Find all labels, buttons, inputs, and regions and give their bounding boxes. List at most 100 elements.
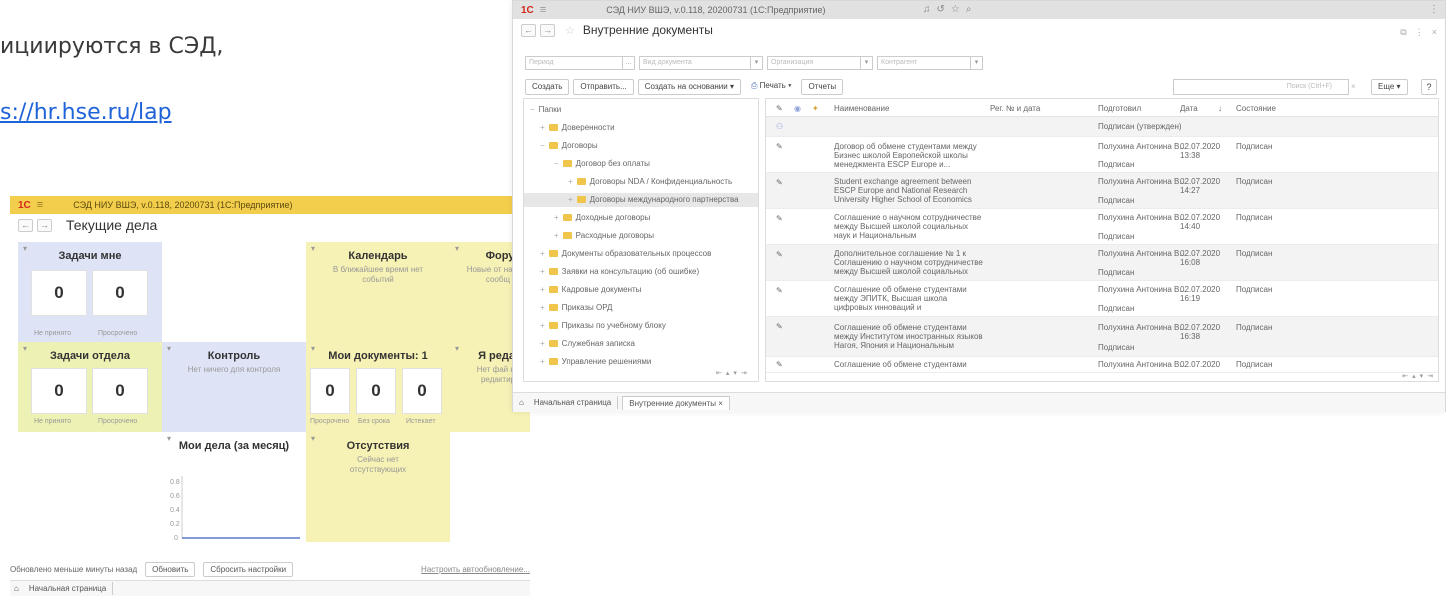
- count-expiring[interactable]: 0: [402, 368, 442, 414]
- create-based-on-button[interactable]: Создать на основании ▾: [637, 79, 741, 95]
- help-button[interactable]: ?: [1421, 79, 1437, 95]
- count-overdue[interactable]: 0: [310, 368, 350, 414]
- back-button[interactable]: ←: [521, 23, 536, 37]
- expand-icon[interactable]: +: [568, 177, 573, 186]
- send-button[interactable]: Отправить...: [573, 79, 634, 95]
- tile-menu-icon[interactable]: ▾: [311, 434, 315, 443]
- tile-menu-icon[interactable]: ▾: [23, 244, 27, 253]
- forward-button[interactable]: →: [540, 23, 555, 37]
- count-not-accepted[interactable]: 0: [31, 270, 87, 316]
- tile-menu-icon[interactable]: ▾: [167, 434, 171, 443]
- bell-icon[interactable]: ♫: [923, 4, 931, 15]
- tree-item[interactable]: + Заявки на консультацию (об ошибке): [524, 265, 699, 279]
- menu-icon[interactable]: ≡: [37, 199, 43, 211]
- favorite-star-icon[interactable]: ☆: [565, 24, 575, 37]
- collapse-icon[interactable]: −: [530, 105, 535, 114]
- expand-icon[interactable]: +: [540, 339, 545, 348]
- tree-item[interactable]: − Договоры: [524, 139, 598, 153]
- attachment-icon[interactable]: ✎: [776, 104, 783, 113]
- tree-item[interactable]: + Управление решениями: [524, 355, 651, 369]
- scroll-down-icon[interactable]: ▾: [733, 369, 737, 377]
- scroll-last-icon[interactable]: ⇥: [1427, 372, 1433, 380]
- expand-icon[interactable]: +: [554, 213, 559, 222]
- tile-my-tasks[interactable]: ▾ Задачи мне 0 0 Не принято Просрочено: [18, 242, 162, 352]
- refresh-button[interactable]: Обновить: [145, 561, 196, 577]
- column-header-reg[interactable]: Рег. № и дата: [990, 104, 1040, 113]
- tile-absences[interactable]: ▾ Отсутствия Сейчас нет отсутствующих: [306, 432, 450, 542]
- tree-item[interactable]: + Договоры NDA / Конфиденциальность: [524, 175, 732, 189]
- tile-calendar[interactable]: ▾ Календарь В ближайшее время нет событи…: [306, 242, 450, 342]
- tile-control[interactable]: ▾ Контроль Нет ничего для контроля: [162, 342, 306, 432]
- column-header-author[interactable]: Подготовил: [1098, 104, 1141, 113]
- chevron-down-icon[interactable]: ▾: [970, 57, 982, 69]
- chevron-down-icon[interactable]: ▾: [860, 57, 872, 69]
- reports-button[interactable]: Отчеты: [801, 79, 844, 95]
- table-row[interactable]: ✎ Соглашение о научном сотрудничестве ме…: [766, 209, 1438, 245]
- period-filter[interactable]: Период…: [525, 56, 635, 70]
- favorites-icon[interactable]: ☆: [951, 4, 960, 15]
- tree-item[interactable]: + Служебная записка: [524, 337, 635, 351]
- tile-menu-icon[interactable]: ▾: [311, 344, 315, 353]
- tree-item[interactable]: + Приказы по учебному блоку: [524, 319, 666, 333]
- tile-menu-icon[interactable]: ▾: [455, 244, 459, 253]
- tree-item[interactable]: + Доверенности: [524, 121, 615, 135]
- back-button[interactable]: ←: [18, 218, 33, 232]
- expand-icon[interactable]: +: [540, 123, 545, 132]
- menu-icon[interactable]: ≡: [540, 4, 546, 16]
- table-row[interactable]: ✎ Student exchange agreement between ESC…: [766, 173, 1438, 209]
- more-button[interactable]: Еще ▾: [1371, 79, 1408, 95]
- search-input[interactable]: Поиск (Ctrl+F): [1173, 79, 1349, 95]
- window-menu-icon[interactable]: ⋮: [1429, 4, 1439, 15]
- history-icon[interactable]: ↺: [937, 4, 945, 15]
- print-button[interactable]: ⎙ Печать ▾: [745, 79, 798, 95]
- count-not-accepted[interactable]: 0: [31, 368, 87, 414]
- tree-item[interactable]: + Доходные договоры: [524, 211, 650, 225]
- table-row[interactable]: ✎ Соглашение об обмене студентами между …: [766, 281, 1438, 317]
- expand-icon[interactable]: +: [540, 303, 545, 312]
- scroll-first-icon[interactable]: ⇤: [716, 369, 722, 377]
- tree-item-selected[interactable]: + Договоры международного партнерства: [524, 193, 758, 207]
- tree-item[interactable]: + Документы образовательных процессов: [524, 247, 711, 261]
- tree-item[interactable]: + Кадровые документы: [524, 283, 641, 297]
- scroll-up-icon[interactable]: ▴: [726, 369, 730, 377]
- count-overdue[interactable]: 0: [92, 270, 148, 316]
- organization-filter[interactable]: Организация ▾: [767, 56, 873, 70]
- slide-link[interactable]: s://hr.hse.ru/lap: [0, 100, 172, 125]
- important-icon[interactable]: ✦: [812, 104, 819, 113]
- table-row[interactable]: ✎ Соглашение об обмене студентами Полухи…: [766, 357, 1438, 373]
- scroll-up-icon[interactable]: ▴: [1412, 372, 1416, 380]
- tile-menu-icon[interactable]: ▾: [455, 344, 459, 353]
- column-header-status[interactable]: Состояние: [1236, 104, 1276, 113]
- reset-settings-button[interactable]: Сбросить настройки: [203, 561, 294, 577]
- tree-item[interactable]: + Расходные договоры: [524, 229, 654, 243]
- table-row[interactable]: ✎ Договор об обмене студентами между Биз…: [766, 137, 1438, 173]
- expand-icon[interactable]: +: [554, 231, 559, 240]
- expand-icon[interactable]: +: [540, 321, 545, 330]
- count-no-deadline[interactable]: 0: [356, 368, 396, 414]
- auto-refresh-link[interactable]: Настроить автообновление...: [421, 565, 530, 574]
- close-icon[interactable]: ×: [1432, 27, 1437, 38]
- tree-root[interactable]: − Папки: [524, 103, 561, 117]
- tile-menu-icon[interactable]: ▾: [311, 244, 315, 253]
- close-tab-icon[interactable]: ×: [718, 399, 723, 408]
- doc-type-filter[interactable]: Вид документа ▾: [639, 56, 763, 70]
- scroll-last-icon[interactable]: ⇥: [741, 369, 747, 377]
- collapse-icon[interactable]: −: [540, 141, 545, 150]
- column-header-date[interactable]: Дата: [1180, 104, 1198, 113]
- count-overdue[interactable]: 0: [92, 368, 148, 414]
- forward-button[interactable]: →: [37, 218, 52, 232]
- link-icon[interactable]: ⧉: [1400, 27, 1406, 38]
- counterparty-filter[interactable]: Контрагент ▾: [877, 56, 983, 70]
- tile-menu-icon[interactable]: ▾: [23, 344, 27, 353]
- more-icon[interactable]: ⋮: [1415, 27, 1424, 38]
- expand-icon[interactable]: +: [540, 357, 545, 366]
- ellipsis-icon[interactable]: …: [622, 57, 634, 69]
- status-icon[interactable]: ◉: [794, 104, 801, 113]
- clear-search-icon[interactable]: ×: [1351, 79, 1361, 95]
- table-row[interactable]: ✎ Соглашение об обмене студентами между …: [766, 317, 1438, 357]
- tab-home[interactable]: Начальная страница: [23, 582, 114, 595]
- scroll-first-icon[interactable]: ⇤: [1402, 372, 1408, 380]
- tile-my-documents[interactable]: ▾ Мои документы: 1 0 0 0 Просрочено Без …: [306, 342, 450, 432]
- tab-home[interactable]: Начальная страница: [528, 396, 619, 409]
- create-button[interactable]: Создать: [525, 79, 570, 95]
